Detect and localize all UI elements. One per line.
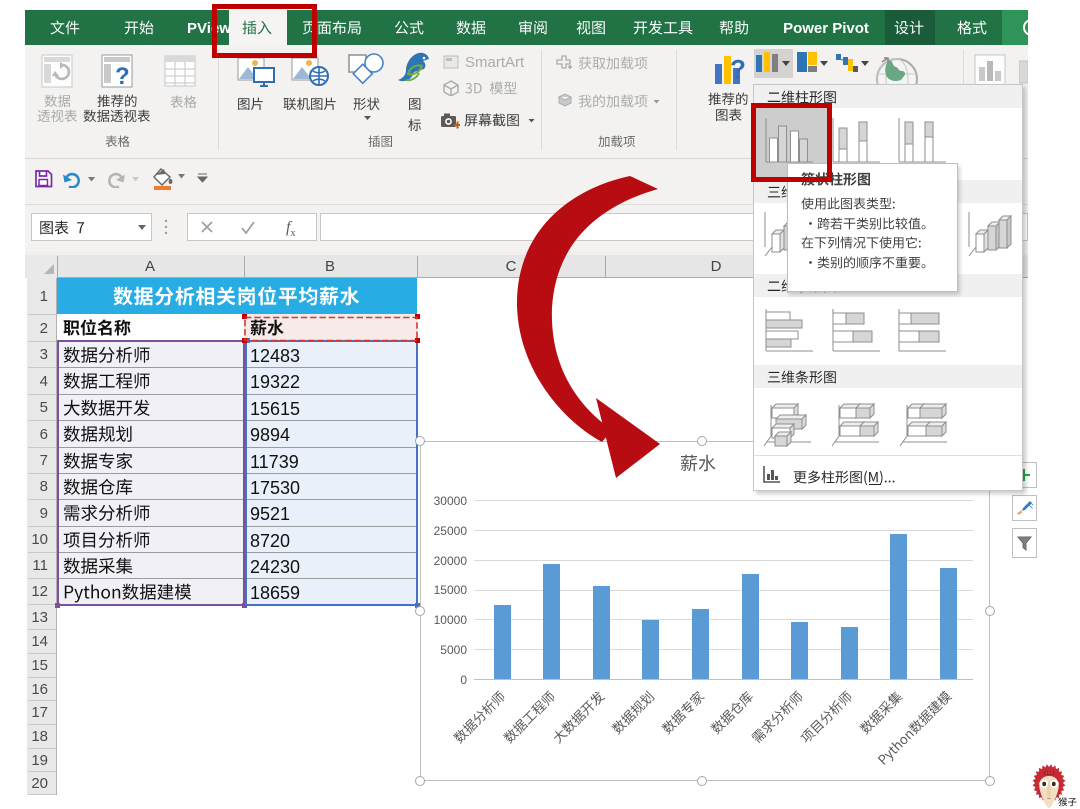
svg-text:?: ? — [730, 54, 746, 84]
svg-text:?: ? — [115, 63, 130, 89]
